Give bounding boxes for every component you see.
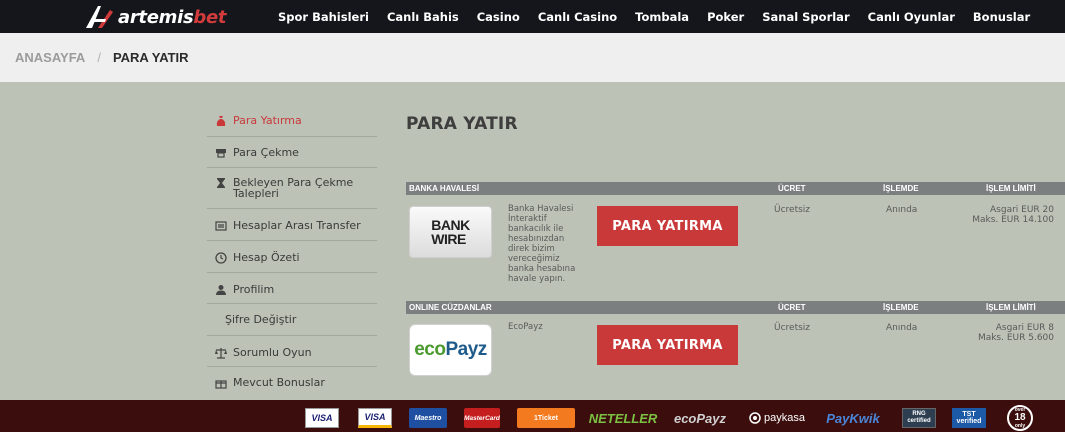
- bank-wire-fee: Ücretsiz: [774, 205, 811, 215]
- section-title: ONLINE CÜZDANLAR: [409, 303, 492, 312]
- sidebar-item-change-password[interactable]: Şifre Değiştir: [207, 304, 377, 336]
- ecopayz-deposit-button[interactable]: PARA YATIRMA: [597, 325, 738, 365]
- nav-poker[interactable]: Poker: [707, 10, 744, 24]
- ecopayz-footer-logo: ecoPayz: [673, 410, 727, 426]
- visa-logo: VISA: [305, 408, 339, 428]
- sidebar-item-withdraw[interactable]: Para Çekme: [207, 137, 377, 168]
- transfer-icon: [215, 221, 227, 231]
- bank-wire-limit: Asgari EUR 20 Maks. EUR 14.100: [972, 205, 1054, 225]
- nav-tombala[interactable]: Tombala: [635, 10, 689, 24]
- atm-icon: [216, 149, 226, 158]
- breadcrumb: ANASAYFA / PARA YATIR: [0, 33, 1065, 82]
- ecopayz-logo: ecoPayz: [409, 324, 492, 376]
- sidebar-item-label: Hesap Özeti: [233, 251, 300, 264]
- sidebar-item-deposit[interactable]: Para Yatırma: [207, 106, 377, 137]
- ecopayz-limit-max: Maks. EUR 5.600: [977, 333, 1054, 343]
- mastercard-logo: MasterCard: [464, 408, 500, 428]
- bank-wire-limit-min: Asgari EUR 20: [990, 205, 1054, 215]
- breadcrumb-home[interactable]: ANASAYFA: [15, 50, 85, 65]
- sidebar-item-label: Sorumlu Oyun: [233, 346, 312, 359]
- nav-virtual-sports[interactable]: Sanal Sporlar: [762, 10, 849, 24]
- ecopayz-logo-eco: eco: [414, 339, 446, 360]
- sidebar-item-available-bonuses[interactable]: Mevcut Bonuslar: [207, 367, 377, 396]
- sidebar-item-label: Para Çekme: [233, 146, 299, 159]
- main-nav: Spor Bahisleri Canlı Bahis Casino Canlı …: [278, 0, 1048, 33]
- brand-name: artemisbet: [118, 6, 227, 28]
- neteller-logo: NETELLER: [588, 410, 658, 426]
- scale-icon: [215, 348, 227, 359]
- rng-certified-badge: RNG certified: [902, 408, 936, 428]
- ticket-logo: 1Ticket: [517, 408, 575, 428]
- column-limit-header: İŞLEM LİMİTİ: [986, 184, 1036, 193]
- section-title: BANKA HAVALESİ: [409, 184, 480, 193]
- nav-sports-betting[interactable]: Spor Bahisleri: [278, 10, 369, 24]
- brand-logo[interactable]: artemisbet: [84, 3, 227, 31]
- column-fee-header: ÜCRET: [778, 303, 806, 312]
- ecopayz-processing: Anında: [886, 323, 918, 333]
- sidebar-item-label: Bekleyen Para Çekme Talepleri: [233, 176, 354, 200]
- clock-icon: [215, 252, 227, 264]
- bank-wire-processing: Anında: [886, 205, 918, 215]
- ecopayz-limit: Asgari EUR 8 Maks. EUR 5.600: [972, 323, 1054, 343]
- bank-wire-logo-line2: WIRE: [431, 231, 466, 247]
- maestro-logo: Maestro: [409, 408, 447, 428]
- bank-wire-logo-line1: BANK: [431, 217, 470, 233]
- nav-casino[interactable]: Casino: [477, 10, 520, 24]
- artemis-logo-icon: [86, 6, 113, 28]
- column-limit-header: İŞLEM LİMİTİ: [986, 303, 1036, 312]
- ecopayz-description: EcoPayz: [508, 322, 543, 332]
- paykwik-logo: PayKwik: [826, 410, 880, 426]
- top-navigation-bar: artemisbet Spor Bahisleri Canlı Bahis Ca…: [0, 0, 1065, 33]
- breadcrumb-separator: /: [97, 50, 101, 65]
- hourglass-icon: [217, 178, 225, 188]
- sidebar-item-label: Hesaplar Arası Transfer: [233, 219, 361, 232]
- bank-wire-description: Banka Havalesi İnteraktif bankacılık ile…: [508, 204, 576, 284]
- tst-verified-badge: TST verified: [952, 408, 986, 428]
- nav-bonuses[interactable]: Bonuslar: [973, 10, 1030, 24]
- sidebar-item-pending-withdrawals[interactable]: Bekleyen Para Çekme Talepleri: [207, 168, 377, 209]
- sidebar-item-account-summary[interactable]: Hesap Özeti: [207, 241, 377, 273]
- money-bag-icon: [216, 116, 226, 126]
- ecopayz-fee: Ücretsiz: [774, 323, 811, 333]
- breadcrumb-current: PARA YATIR: [112, 50, 189, 65]
- column-processing-header: İŞLEMDE: [883, 184, 919, 193]
- sidebar-item-label: Profilim: [233, 283, 275, 296]
- sidebar-item-account-transfer[interactable]: Hesaplar Arası Transfer: [207, 209, 377, 241]
- bank-wire-limit-max: Maks. EUR 14.100: [972, 215, 1054, 225]
- section-header-online-wallets: ONLINE CÜZDANLAR ÜCRET İŞLEMDE İŞLEM LİM…: [406, 301, 1065, 314]
- visa-electron-logo: VISA: [358, 408, 392, 428]
- column-fee-header: ÜCRET: [778, 184, 806, 193]
- nav-live-casino[interactable]: Canlı Casino: [538, 10, 617, 24]
- column-processing-header: İŞLEMDE: [883, 303, 919, 312]
- user-icon: [216, 285, 226, 295]
- gift-icon: [215, 380, 227, 389]
- sidebar-item-label: Mevcut Bonuslar: [233, 376, 325, 389]
- sidebar-item-profile[interactable]: Profilim: [207, 273, 377, 304]
- ecopayz-logo-payz: Payz: [445, 339, 487, 360]
- ecopayz-limit-min: Asgari EUR 8: [995, 323, 1054, 333]
- sidebar-item-label: Para Yatırma: [233, 114, 302, 127]
- page-title: PARA YATIR: [406, 114, 518, 134]
- paykasa-logo: paykasa: [747, 408, 807, 428]
- bank-wire-deposit-button[interactable]: PARA YATIRMA: [597, 206, 738, 246]
- account-sidebar: Para Yatırma Para Çekme Bekleyen Para Çe…: [207, 106, 377, 396]
- sidebar-item-responsible-gaming[interactable]: Sorumlu Oyun: [207, 336, 377, 367]
- nav-live-games[interactable]: Canlı Oyunlar: [868, 10, 955, 24]
- age-restriction-badge: over 18 only: [1007, 405, 1033, 431]
- nav-live-betting[interactable]: Canlı Bahis: [387, 10, 459, 24]
- bank-wire-logo: BANK WIRE: [409, 206, 492, 258]
- sidebar-item-label: Şifre Değiştir: [225, 313, 297, 326]
- paykasa-icon: [749, 412, 761, 424]
- section-header-bank-transfer: BANKA HAVALESİ ÜCRET İŞLEMDE İŞLEM LİMİT…: [406, 182, 1065, 195]
